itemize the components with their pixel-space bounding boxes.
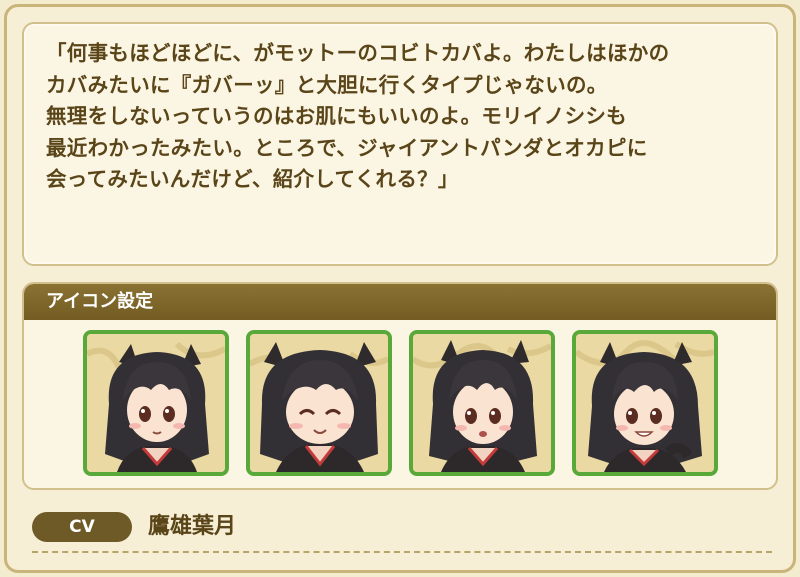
divider [32,551,772,553]
character-portrait-icon [576,334,714,472]
character-portrait-icon [87,334,225,472]
character-quote: 「何事もほどほどに、がモットーのコビトカバよ。わたしはほかの カバみたいに『ガバ… [46,41,670,191]
quote-box: 「何事もほどほどに、がモットーのコビトカバよ。わたしはほかの カバみたいに『ガバ… [22,22,778,266]
character-icon-smiling[interactable] [246,330,392,476]
character-icon-grinning[interactable] [572,330,718,476]
section-title: アイコン設定 [46,291,154,312]
section-header: アイコン設定 [24,284,776,320]
character-icon-neutral[interactable] [83,330,229,476]
cv-badge: CV [32,512,132,542]
character-portrait-icon [250,334,388,472]
character-portrait-icon [413,334,551,472]
voice-actor-name: 鷹雄葉月 [148,514,237,539]
character-icon-surprised[interactable] [409,330,555,476]
